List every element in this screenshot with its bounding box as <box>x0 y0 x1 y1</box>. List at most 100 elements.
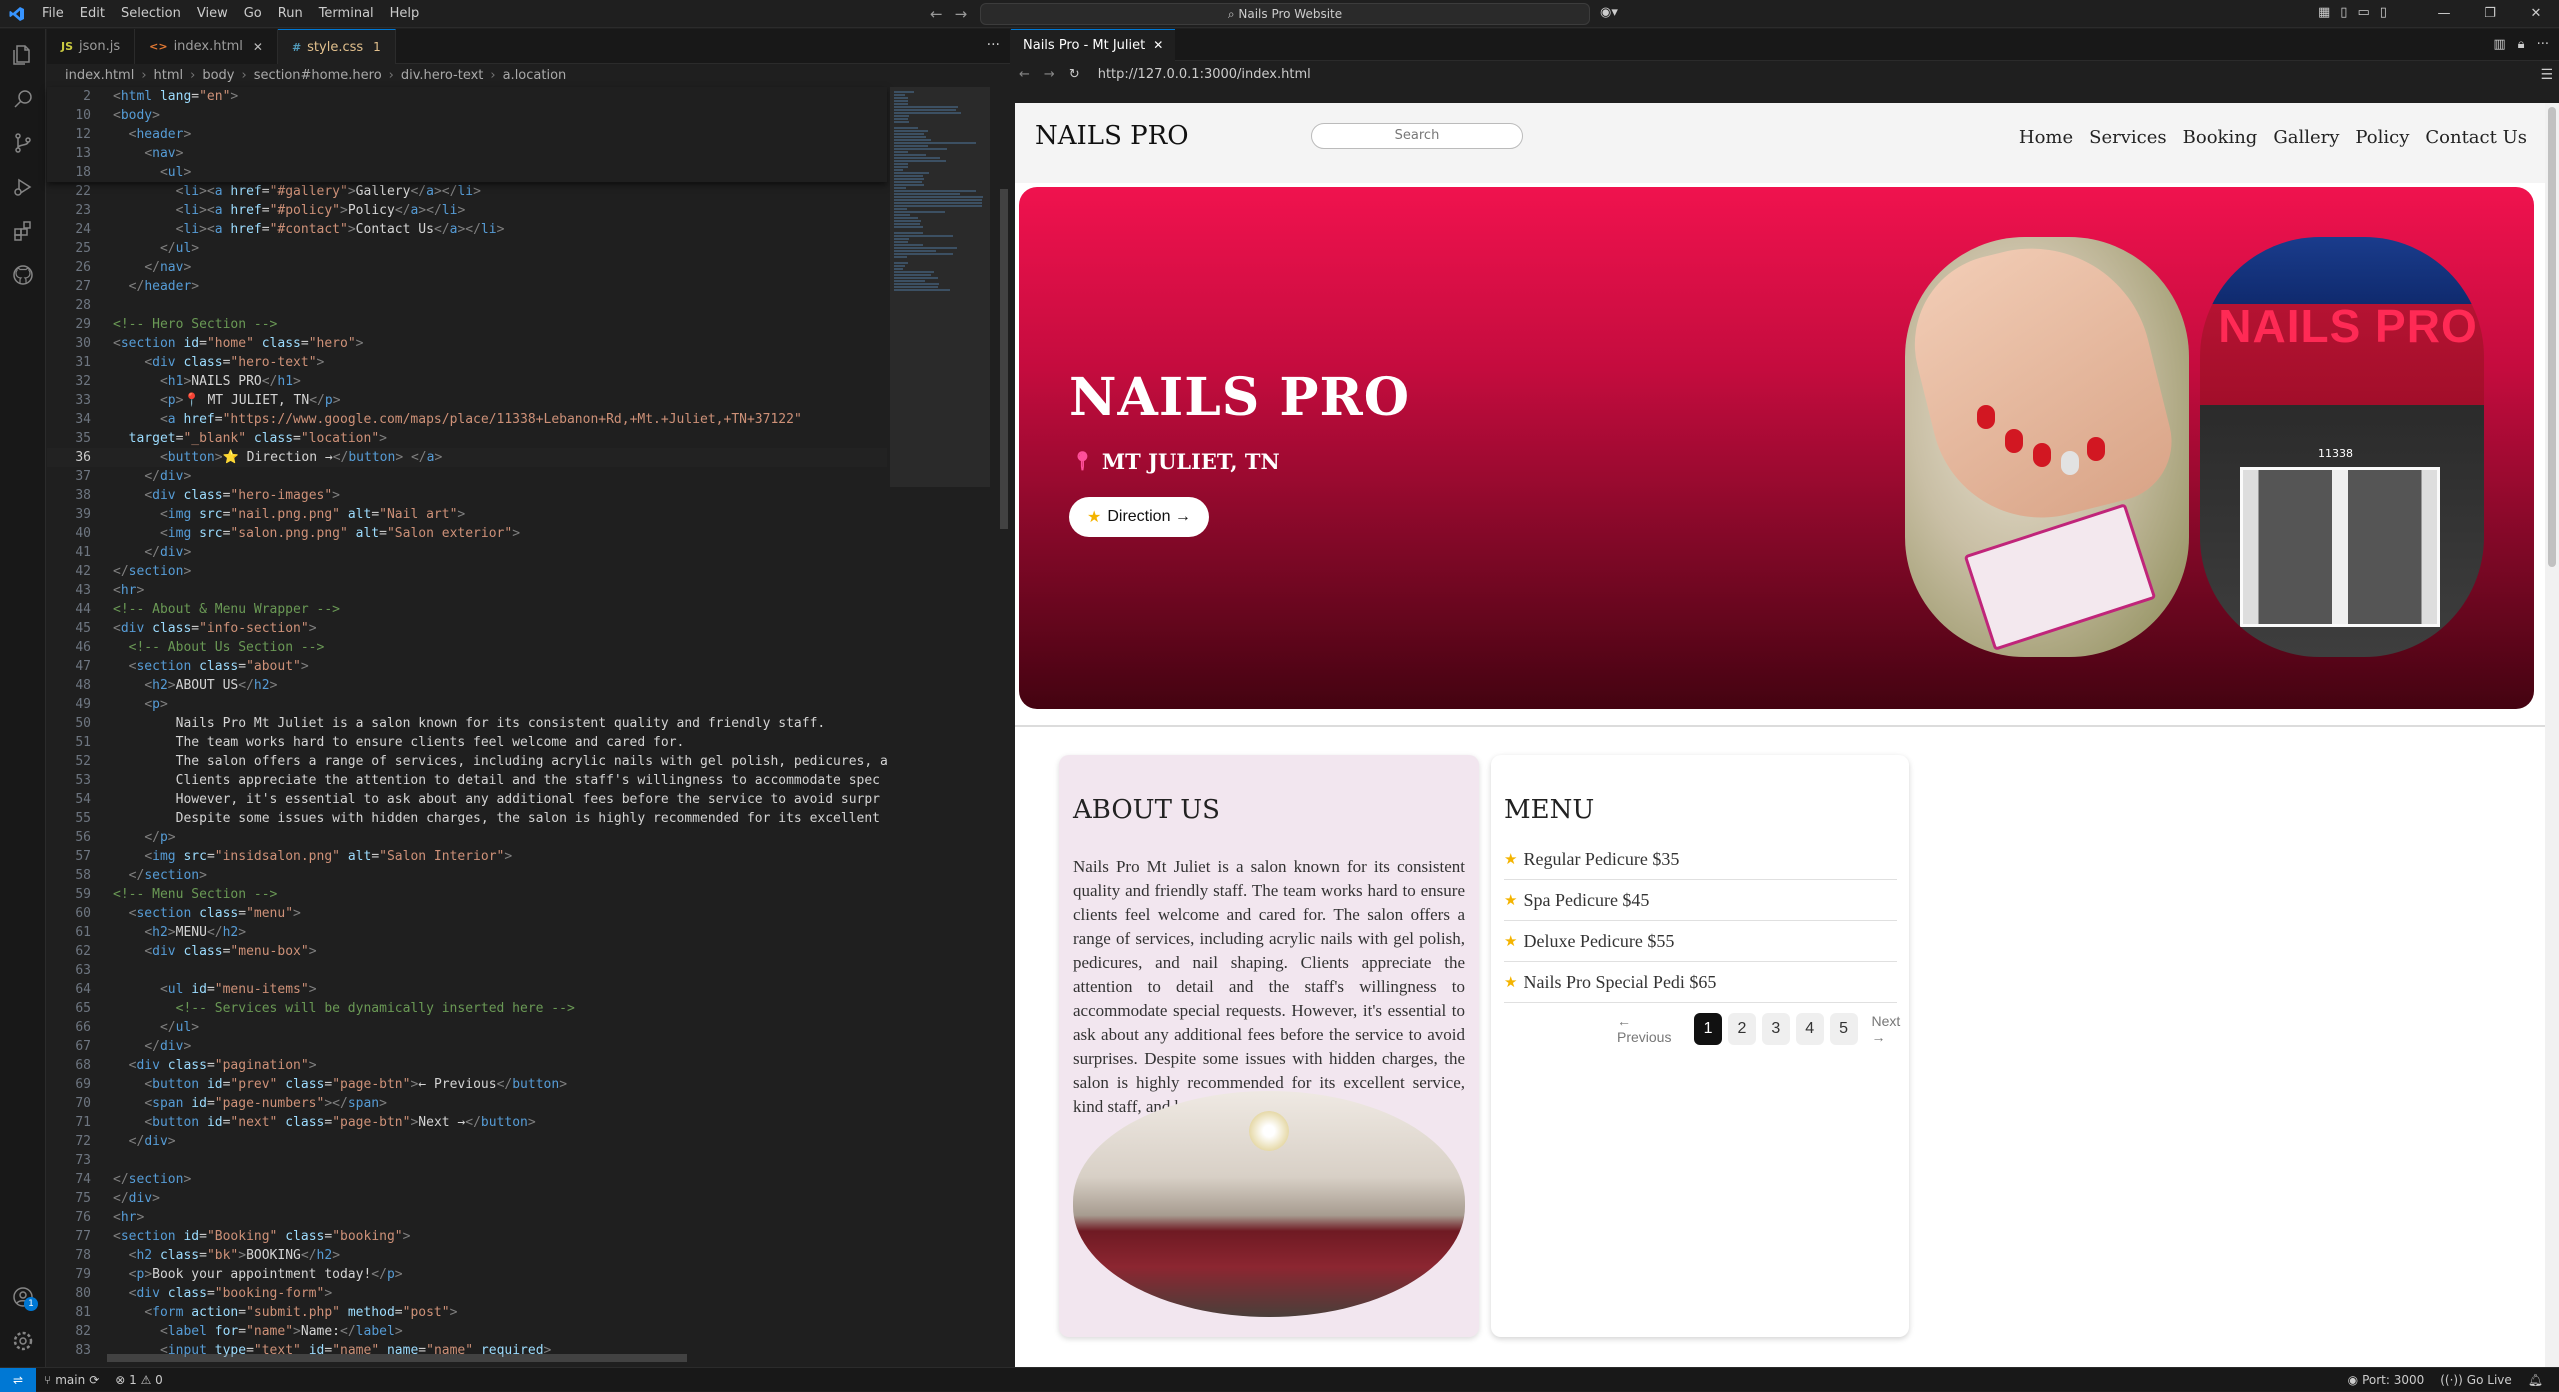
code-line[interactable]: 35 target="_blank" class="location"> <box>47 429 887 448</box>
page-number-button[interactable]: 3 <box>1761 1013 1790 1045</box>
toggle-panel-icon[interactable]: ▭ <box>2357 5 2369 20</box>
code-line[interactable]: 54 However, it's essential to ask about … <box>47 790 887 809</box>
code-line[interactable]: 41 </div> <box>47 543 887 562</box>
code-line[interactable]: 50 Nails Pro Mt Juliet is a salon known … <box>47 714 887 733</box>
code-line[interactable]: 51 The team works hard to ensure clients… <box>47 733 887 752</box>
problems-status[interactable]: ⊗ 1 ⚠ 0 <box>107 1373 171 1387</box>
source-control-icon[interactable] <box>0 121 46 165</box>
horizontal-scrollbar[interactable] <box>107 1354 687 1362</box>
code-line[interactable]: 46 <!-- About Us Section --> <box>47 638 887 657</box>
code-line[interactable]: 27 </header> <box>47 277 887 296</box>
nav-booking[interactable]: Booking <box>2183 127 2258 148</box>
copilot-icon[interactable]: ◉▾ <box>1600 5 1618 20</box>
nav-gallery[interactable]: Gallery <box>2273 127 2339 148</box>
code-line[interactable]: 65 <!-- Services will be dynamically ins… <box>47 999 887 1018</box>
notifications-bell-icon[interactable]: 🔔︎ <box>2520 1373 2551 1387</box>
code-line[interactable]: 80 <div class="booking-form"> <box>47 1284 887 1303</box>
code-line[interactable]: 53 Clients appreciate the attention to d… <box>47 771 887 790</box>
breadcrumb-item[interactable]: html <box>154 68 184 83</box>
remote-indicator-icon[interactable]: ⇌ <box>0 1367 36 1392</box>
code-line[interactable]: 81 <form action="submit.php" method="pos… <box>47 1303 887 1322</box>
browser-menu-icon[interactable]: ☰ <box>2540 67 2553 83</box>
code-line[interactable]: 2 <html lang="en"> <box>47 87 887 106</box>
url-field[interactable]: http://127.0.0.1:3000/index.html <box>1098 67 1311 82</box>
close-tab-icon[interactable]: ✕ <box>1153 38 1163 52</box>
code-line[interactable]: 82 <label for="name">Name:</label> <box>47 1322 887 1341</box>
customize-layout-icon[interactable]: ▦ <box>2318 5 2330 20</box>
code-line[interactable]: 55 Despite some issues with hidden charg… <box>47 809 887 828</box>
code-line[interactable]: 38 <div class="hero-images"> <box>47 486 887 505</box>
code-line[interactable]: 32 <h1>NAILS PRO</h1> <box>47 372 887 391</box>
split-editor-icon[interactable]: ▥ <box>2493 37 2505 52</box>
site-search-input[interactable]: Search <box>1311 123 1523 149</box>
code-line[interactable]: 48 <h2>ABOUT US</h2> <box>47 676 887 695</box>
code-line[interactable]: 24 <li><a href="#contact">Contact Us</a>… <box>47 220 887 239</box>
menu-run[interactable]: Run <box>270 0 311 28</box>
breadcrumb-item[interactable]: a.location <box>503 68 567 83</box>
code-line[interactable]: 26 </nav> <box>47 258 887 277</box>
code-line[interactable]: 49 <p> <box>47 695 887 714</box>
settings-gear-icon[interactable] <box>0 1319 46 1363</box>
code-line[interactable]: 39 <img src="nail.png.png" alt="Nail art… <box>47 505 887 524</box>
code-line[interactable]: 62 <div class="menu-box"> <box>47 942 887 961</box>
code-line[interactable]: 61 <h2>MENU</h2> <box>47 923 887 942</box>
command-center-search[interactable]: ⌕ Nails Pro Website <box>980 3 1590 25</box>
code-line[interactable]: 72 </div> <box>47 1132 887 1151</box>
code-line[interactable]: 56 </p> <box>47 828 887 847</box>
code-line[interactable]: 13 <nav> <box>47 144 887 163</box>
code-line[interactable]: 60 <section class="menu"> <box>47 904 887 923</box>
code-editor[interactable]: 2 <html lang="en"> 10 <body> 12 <header> 13 <… <box>47 87 887 1357</box>
code-line[interactable]: 47 <section class="about"> <box>47 657 887 676</box>
code-line[interactable]: 42 </section> <box>47 562 887 581</box>
breadcrumb-item[interactable]: section#home.hero <box>254 68 382 83</box>
code-line[interactable]: 70 <span id="page-numbers"></span> <box>47 1094 887 1113</box>
vertical-scrollbar[interactable] <box>1000 189 1008 529</box>
nav-contact[interactable]: Contact Us <box>2425 127 2527 148</box>
explorer-icon[interactable] <box>0 33 46 77</box>
more-actions-icon[interactable]: ··· <box>987 37 1000 53</box>
more-actions-icon[interactable]: ··· <box>2537 37 2549 52</box>
code-line[interactable]: 23 <li><a href="#policy">Policy</a></li> <box>47 201 887 220</box>
menu-help[interactable]: Help <box>382 0 428 28</box>
tab-json-js[interactable]: JS json.js <box>47 29 136 64</box>
breadcrumb-item[interactable]: index.html <box>65 68 134 83</box>
code-line[interactable]: 40 <img src="salon.png.png" alt="Salon e… <box>47 524 887 543</box>
code-line[interactable]: 67 </div> <box>47 1037 887 1056</box>
minimize-icon[interactable]: — <box>2421 0 2467 28</box>
branch-status[interactable]: ⑂ main ⟳ <box>36 1373 107 1387</box>
extensions-icon[interactable] <box>0 209 46 253</box>
code-line[interactable]: 44 <!-- About & Menu Wrapper --> <box>47 600 887 619</box>
close-window-icon[interactable]: ✕ <box>2513 0 2559 28</box>
search-icon[interactable] <box>0 77 46 121</box>
code-line[interactable]: 18 <ul> <box>47 163 887 182</box>
code-line[interactable]: 25 </ul> <box>47 239 887 258</box>
restore-icon[interactable]: ❐ <box>2467 0 2513 28</box>
page-number-button[interactable]: 1 <box>1694 1013 1722 1045</box>
breadcrumb-item[interactable]: div.hero-text <box>401 68 484 83</box>
forward-arrow-icon[interactable]: → <box>1044 67 1055 82</box>
site-logo[interactable]: NAILS PRO <box>1035 121 1189 151</box>
menu-selection[interactable]: Selection <box>113 0 189 28</box>
page-number-button[interactable]: 2 <box>1727 1013 1756 1045</box>
run-debug-icon[interactable] <box>0 165 46 209</box>
close-tab-icon[interactable]: ✕ <box>253 40 263 54</box>
code-line[interactable]: 57 <img src="insidsalon.png" alt="Salon … <box>47 847 887 866</box>
reload-icon[interactable]: ↻ <box>1069 67 1080 82</box>
code-line[interactable]: 10 <body> <box>47 106 887 125</box>
menu-terminal[interactable]: Terminal <box>311 0 382 28</box>
direction-button[interactable]: ★ Direction → <box>1069 497 1209 537</box>
back-arrow-icon[interactable]: ← <box>1019 67 1030 82</box>
code-line[interactable]: 59 <!-- Menu Section --> <box>47 885 887 904</box>
code-line[interactable]: 76 <hr> <box>47 1208 887 1227</box>
code-line[interactable]: 75 </div> <box>47 1189 887 1208</box>
minimap[interactable] <box>890 87 1000 1347</box>
code-line[interactable]: 34 <a href="https://www.google.com/maps/… <box>47 410 887 429</box>
code-line[interactable]: 71 <button id="next" class="page-btn">Ne… <box>47 1113 887 1132</box>
code-line[interactable]: 22 <li><a href="#gallery">Gallery</a></l… <box>47 182 887 201</box>
code-line[interactable]: 33 <p>📍 MT JULIET, TN</p> <box>47 391 887 410</box>
menu-view[interactable]: View <box>189 0 236 28</box>
page-scrollbar-thumb[interactable] <box>2548 107 2556 567</box>
code-line[interactable]: 45 <div class="info-section"> <box>47 619 887 638</box>
code-line[interactable]: 66 </ul> <box>47 1018 887 1037</box>
nav-policy[interactable]: Policy <box>2355 127 2409 148</box>
